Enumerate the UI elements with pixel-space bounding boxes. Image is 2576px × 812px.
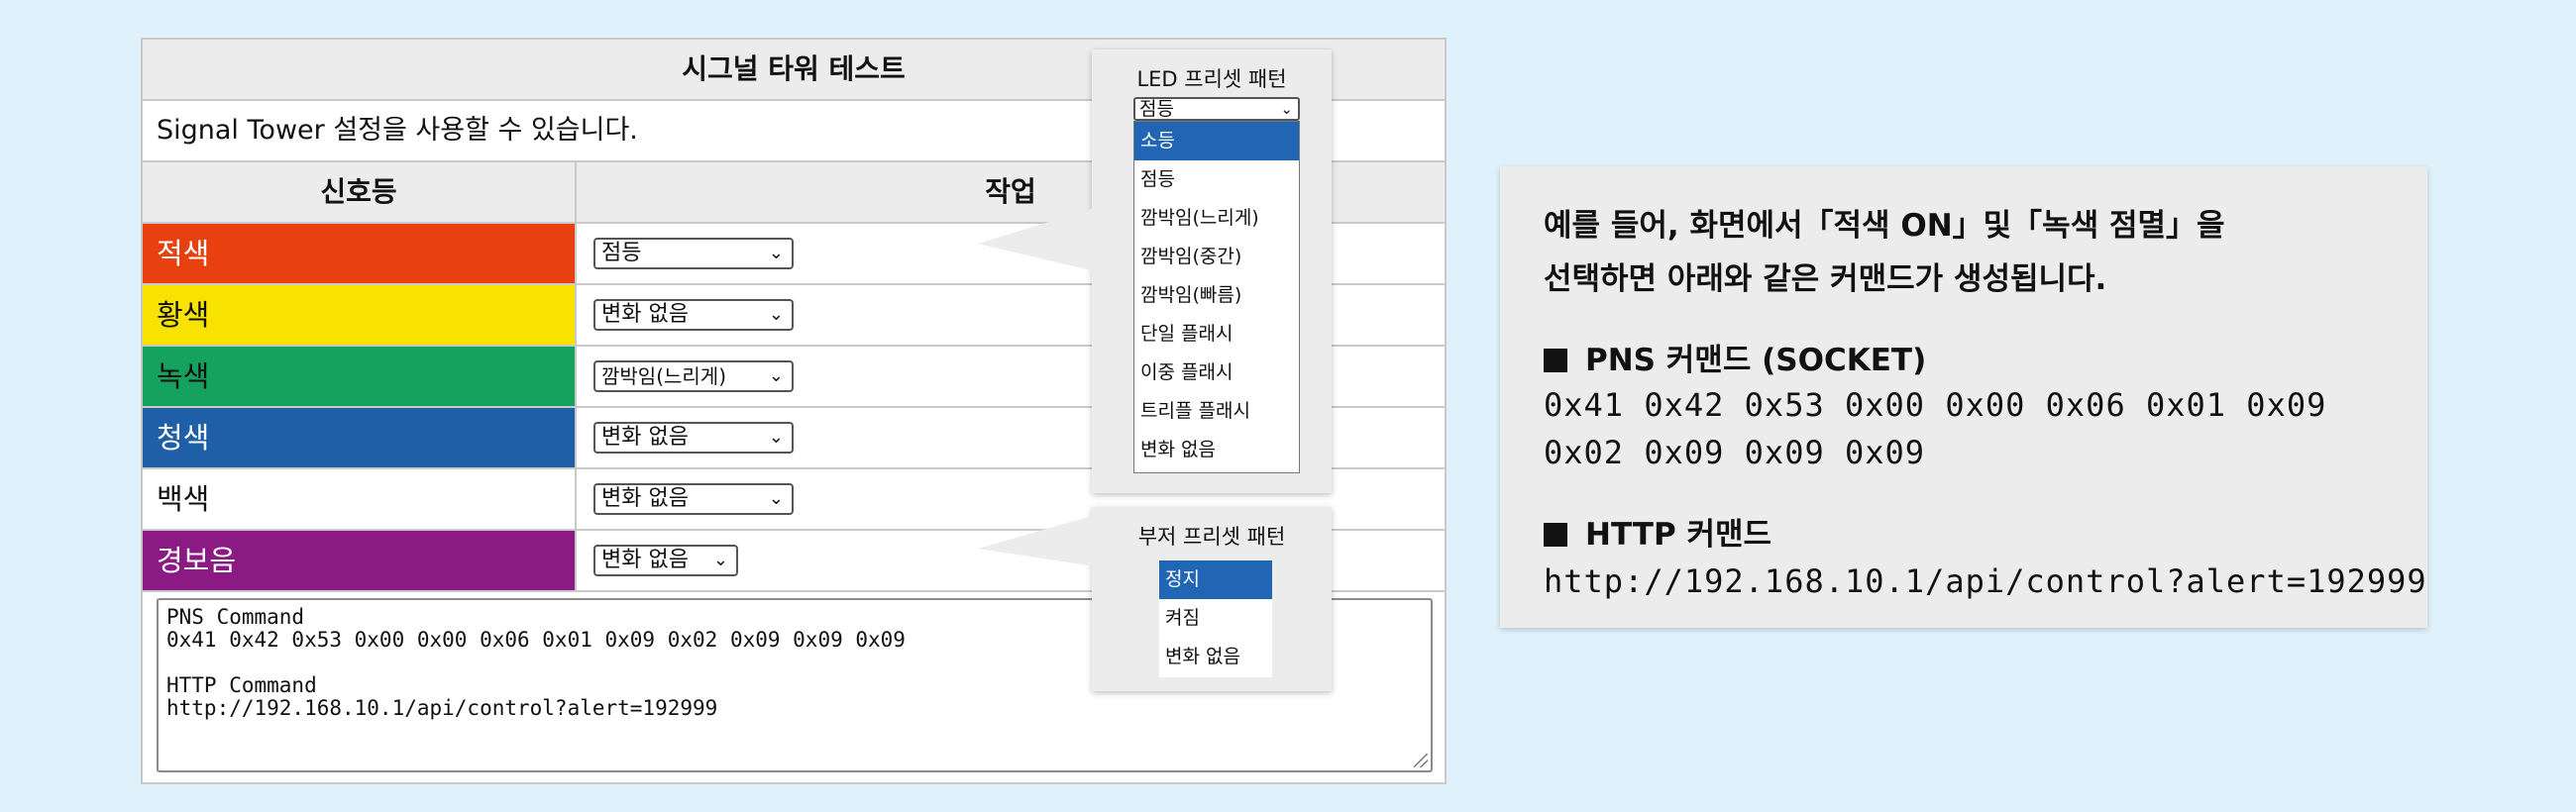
action-select-blue[interactable]: 변화 없음 ⌄ <box>593 422 794 454</box>
led-preset-options: 소등 점등 깜박임(느리게) 깜박임(중간) 깜박임(빠름) 단일 플래시 이중… <box>1133 121 1300 473</box>
select-value: 변화 없음 <box>601 548 689 572</box>
option-blink-fast[interactable]: 깜박임(빠름) <box>1134 276 1299 315</box>
console-line: http://192.168.10.1/api/control?alert=19… <box>166 696 718 720</box>
signal-label: 녹색 <box>143 347 577 406</box>
option-stop[interactable]: 정지 <box>1159 560 1272 599</box>
panel-description: Signal Tower 설정을 사용할 수 있습니다. <box>157 115 638 146</box>
buzzer-preset-options: 정지 켜짐 변화 없음 <box>1159 560 1272 677</box>
option-sound-on[interactable]: 켜짐 <box>1159 599 1272 638</box>
action-select-red[interactable]: 점등 ⌄ <box>593 238 794 269</box>
column-header-signal: 신호등 <box>143 162 577 222</box>
chevron-down-icon: ⌄ <box>712 550 728 570</box>
signal-label: 청색 <box>143 408 577 467</box>
led-preset-popup: LED 프리셋 패턴 점등 ⌄ 소등 점등 깜박임(느리게) 깜박임(중간) 깜박… <box>978 50 1332 493</box>
example-info-box: 예를 들어, 화면에서「적색 ON」및「녹색 점멸」을 선택하면 아래와 같은 … <box>1500 166 2427 628</box>
chevron-down-icon: ⌄ <box>768 365 784 386</box>
select-value: 점등 <box>1139 98 1174 120</box>
option-blink-medium[interactable]: 깜박임(중간) <box>1134 238 1299 276</box>
chevron-down-icon: ⌄ <box>1280 100 1293 118</box>
option-on[interactable]: 점등 <box>1134 160 1299 199</box>
action-select-buzzer[interactable]: 변화 없음 ⌄ <box>593 545 738 576</box>
example-text-line-1: 예를 들어, 화면에서「적색 ON」및「녹색 점멸」을 <box>1544 208 2225 244</box>
led-popup-title: LED 프리셋 패턴 <box>1136 67 1287 91</box>
pns-command-line-2: 0x02 0x09 0x09 0x09 <box>1544 434 1926 471</box>
chevron-down-icon: ⌄ <box>768 427 784 448</box>
action-select-green[interactable]: 깜박임(느리게) ⌄ <box>593 360 794 392</box>
option-no-change[interactable]: 변화 없음 <box>1134 431 1299 469</box>
option-off[interactable]: 소등 <box>1134 122 1299 160</box>
chevron-down-icon: ⌄ <box>768 488 784 509</box>
select-value: 변화 없음 <box>601 486 689 511</box>
select-value: 변화 없음 <box>601 302 689 327</box>
pns-command-heading: PNS 커맨드 (SOCKET) <box>1544 335 1926 379</box>
square-bullet-icon <box>1544 523 1567 547</box>
buzzer-popup-title: 부저 프리셋 패턴 <box>1137 525 1286 549</box>
http-heading-text: HTTP 커맨드 <box>1585 517 1772 553</box>
select-value: 깜박임(느리게) <box>601 364 727 388</box>
resize-grip-icon[interactable] <box>1414 754 1428 767</box>
pns-command-line-1: 0x41 0x42 0x53 0x00 0x00 0x06 0x01 0x09 <box>1544 386 2327 424</box>
callout-arrow-icon <box>978 515 1095 566</box>
example-text-line-2: 선택하면 아래와 같은 커맨드가 생성됩니다. <box>1544 261 2107 297</box>
option-triple-flash[interactable]: 트리플 플래시 <box>1134 392 1299 431</box>
signal-label: 경보음 <box>143 531 577 590</box>
led-preset-select[interactable]: 점등 ⌄ <box>1133 97 1300 121</box>
action-select-white[interactable]: 변화 없음 ⌄ <box>593 483 794 515</box>
http-command-heading: HTTP 커맨드 <box>1544 509 1771 554</box>
chevron-down-icon: ⌄ <box>768 304 784 325</box>
http-command-url: http://192.168.10.1/api/control?alert=19… <box>1544 562 2427 600</box>
chevron-down-icon: ⌄ <box>768 243 784 263</box>
select-value: 변화 없음 <box>601 425 689 450</box>
option-double-flash[interactable]: 이중 플래시 <box>1134 354 1299 392</box>
pns-heading-text: PNS 커맨드 (SOCKET) <box>1585 343 1927 378</box>
callout-arrow-icon <box>978 208 1095 271</box>
signal-label: 황색 <box>143 285 577 345</box>
option-single-flash[interactable]: 단일 플래시 <box>1134 315 1299 354</box>
action-select-yellow[interactable]: 변화 없음 ⌄ <box>593 299 794 331</box>
signal-label: 적색 <box>143 224 577 283</box>
square-bullet-icon <box>1544 349 1567 372</box>
option-blink-slow[interactable]: 깜박임(느리게) <box>1134 199 1299 238</box>
buzzer-preset-popup: 부저 프리셋 패턴 정지 켜짐 변화 없음 <box>978 507 1332 691</box>
select-value: 점등 <box>601 241 642 265</box>
option-no-change[interactable]: 변화 없음 <box>1159 638 1272 676</box>
signal-label: 백색 <box>143 469 577 529</box>
